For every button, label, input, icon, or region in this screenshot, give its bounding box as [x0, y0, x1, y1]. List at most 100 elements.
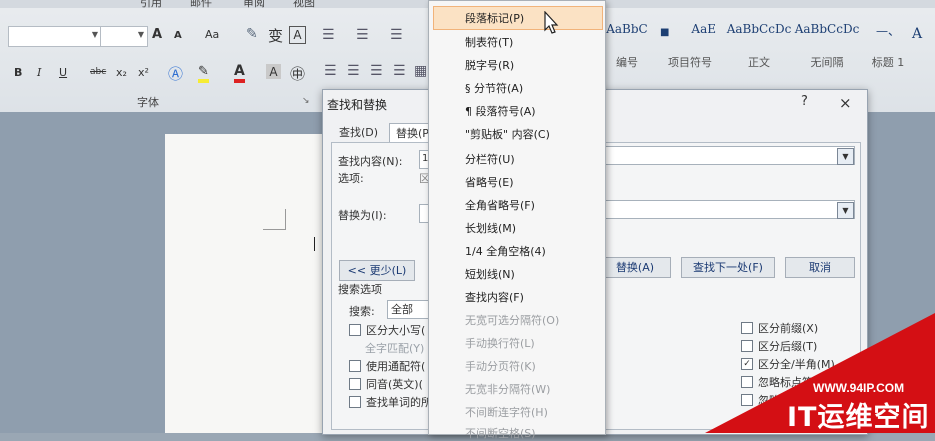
checkbox-label: 全字匹配(Y) — [365, 342, 425, 355]
font-color-button[interactable]: A — [234, 63, 245, 83]
menu-item-nonbreaking-hyphen[interactable]: 不间断连字符(H) — [465, 404, 548, 420]
numbering-icon[interactable]: ☰ — [356, 27, 369, 43]
menu-item-ellipsis[interactable]: 省略号(E) — [465, 174, 514, 190]
margin-corner-mark — [263, 209, 286, 230]
menu-item-clipboard-contents[interactable]: "剪贴板" 内容(C) — [465, 126, 550, 142]
find-what-label: 查找内容(N): — [338, 155, 403, 168]
watermark: WWW.94IP.COM IT运维空间 — [705, 305, 935, 433]
font-group-label: 字体 — [137, 96, 159, 109]
checkbox-box — [349, 396, 361, 408]
style-preview: AaBbC — [606, 22, 648, 36]
style-preview: AaBbCcDc — [726, 22, 792, 36]
checkbox-box — [349, 360, 361, 372]
help-button[interactable]: ? — [801, 94, 808, 109]
align-left-icon[interactable]: ☰ — [324, 63, 337, 79]
menu-item-column-break[interactable]: 分栏符(U) — [465, 151, 515, 167]
text-cursor — [314, 237, 315, 251]
highlight-color-icon[interactable]: ✎ — [198, 64, 209, 83]
find-what-input-ext[interactable] — [605, 146, 855, 165]
special-characters-menu: 段落标记(P) 制表符(T) 脱字号(R) § 分节符(A) ¶ 段落符号(A)… — [428, 0, 606, 440]
character-border-button[interactable]: A — [289, 26, 306, 44]
wildcards-checkbox[interactable]: 使用通配符( — [349, 358, 425, 374]
all-word-forms-checkbox[interactable]: 查找单词的所 — [349, 394, 432, 410]
font-name-combo[interactable]: ▼ — [8, 26, 102, 47]
style-numbering[interactable]: AaBbC 编号 — [605, 22, 649, 70]
style-no-spacing[interactable]: AaBbCcDc 无间隔 — [794, 22, 860, 70]
find-history-dropdown-icon[interactable]: ▼ — [837, 148, 854, 165]
distribute-icon[interactable]: ▦ — [414, 63, 427, 79]
style-name: 无间隔 — [810, 56, 844, 69]
replace-with-label: 替换为(I): — [338, 209, 387, 222]
superscript-button[interactable]: x² — [138, 66, 149, 79]
phonetic-guide-button[interactable]: 变 — [268, 25, 283, 46]
replace-history-dropdown-icon[interactable]: ▼ — [837, 202, 854, 219]
find-next-button[interactable]: 查找下一处(F) — [681, 257, 775, 278]
tab-find[interactable]: 查找(D) — [333, 123, 384, 142]
italic-button[interactable]: I — [37, 66, 41, 79]
chevron-down-icon: ▼ — [91, 30, 98, 39]
chevron-down-icon: ▼ — [137, 30, 144, 39]
menu-item-en-dash[interactable]: 短划线(N) — [465, 266, 515, 282]
clear-format-icon[interactable]: ✎ — [246, 26, 258, 42]
bold-button[interactable]: B — [14, 66, 22, 79]
checkbox-box — [349, 378, 361, 390]
less-button[interactable]: << 更少(L) — [339, 260, 415, 281]
close-button[interactable]: × — [839, 94, 852, 112]
menu-item-quarter-em-space[interactable]: 1/4 全角空格(4) — [465, 243, 546, 259]
subscript-button[interactable]: x₂ — [116, 66, 127, 79]
multilevel-list-icon[interactable]: ☰ — [390, 27, 403, 43]
match-case-checkbox[interactable]: 区分大小写( — [349, 322, 425, 338]
character-shading-button[interactable]: A — [266, 64, 281, 79]
style-name: 标题 1 — [871, 56, 905, 69]
align-right-icon[interactable]: ☰ — [370, 63, 383, 79]
menu-item-tab-character[interactable]: 制表符(T) — [465, 34, 513, 50]
justify-icon[interactable]: ☰ — [393, 63, 406, 79]
whole-word-checkbox[interactable]: 全字匹配(Y) — [365, 340, 424, 356]
checkbox-label: 查找单词的所 — [366, 396, 432, 409]
font-size-combo[interactable]: ▼ — [100, 26, 148, 47]
style-normal[interactable]: AaBbCcDc 正文 — [726, 22, 792, 70]
checkbox-label: 使用通配符( — [366, 360, 426, 373]
search-options-label: 搜索选项 — [338, 283, 382, 296]
style-name: 项目符号 — [668, 56, 712, 69]
style-gallery-more-icon[interactable]: A — [912, 26, 922, 42]
menu-item-nonbreaking-space[interactable]: 不间断空格(S) — [465, 425, 536, 441]
menu-item-manual-line-break[interactable]: 手动换行符(L) — [465, 335, 535, 351]
style-preview: AaBbCcDc — [794, 22, 860, 36]
search-direction-select[interactable]: 全部 — [387, 300, 429, 319]
shrink-font-button[interactable]: A — [174, 30, 182, 41]
change-case-button[interactable]: Aa — [205, 28, 219, 41]
tab-review[interactable]: 审阅 — [243, 0, 265, 10]
strikethrough-button[interactable]: abc — [90, 67, 106, 77]
style-bullets[interactable]: AaE 项目符号 — [664, 22, 716, 70]
menu-item-optional-break[interactable]: 无宽可选分隔符(O) — [465, 312, 559, 328]
menu-item-manual-page-break[interactable]: 手动分页符(K) — [465, 358, 536, 374]
menu-item-paragraph-character[interactable]: ¶ 段落符号(A) — [465, 103, 536, 119]
replace-button[interactable]: 替换(A) — [599, 257, 671, 278]
menu-item-no-width-non-break[interactable]: 无宽非分隔符(W) — [465, 381, 550, 397]
style-heading-1[interactable]: —、 标题 1 — [866, 22, 910, 70]
search-direction-label: 搜索: — [349, 305, 375, 318]
dialog-launcher-icon[interactable]: ↘ — [302, 96, 310, 106]
options-label: 选项: — [338, 172, 364, 185]
menu-item-find-what-text[interactable]: 查找内容(F) — [465, 289, 524, 305]
align-center-icon[interactable]: ☰ — [347, 63, 360, 79]
tab-view[interactable]: 视图 — [293, 0, 315, 10]
menu-item-paragraph-mark[interactable]: 段落标记(P) — [465, 10, 524, 26]
sounds-like-checkbox[interactable]: 同音(英文)( — [349, 376, 423, 392]
replace-with-input-ext[interactable] — [605, 200, 855, 219]
menu-item-section-character[interactable]: § 分节符(A) — [465, 80, 523, 96]
text-effects-icon[interactable]: Ⓐ — [168, 63, 183, 84]
menu-item-em-dash[interactable]: 长划线(M) — [465, 220, 516, 236]
tab-references[interactable]: 引用 — [140, 0, 162, 10]
cancel-button[interactable]: 取消 — [785, 257, 855, 278]
grow-font-button[interactable]: A — [152, 27, 162, 42]
bullets-icon[interactable]: ☰ — [322, 27, 335, 43]
search-direction-value: 全部 — [391, 303, 413, 316]
checkbox-box — [349, 324, 361, 336]
menu-item-full-width-ellipsis[interactable]: 全角省略号(F) — [465, 197, 535, 213]
menu-item-caret[interactable]: 脱字号(R) — [465, 57, 514, 73]
enclose-characters-icon[interactable]: ㊥ — [290, 63, 305, 84]
underline-button[interactable]: U — [59, 66, 67, 79]
tab-mailings[interactable]: 邮件 — [190, 0, 212, 10]
